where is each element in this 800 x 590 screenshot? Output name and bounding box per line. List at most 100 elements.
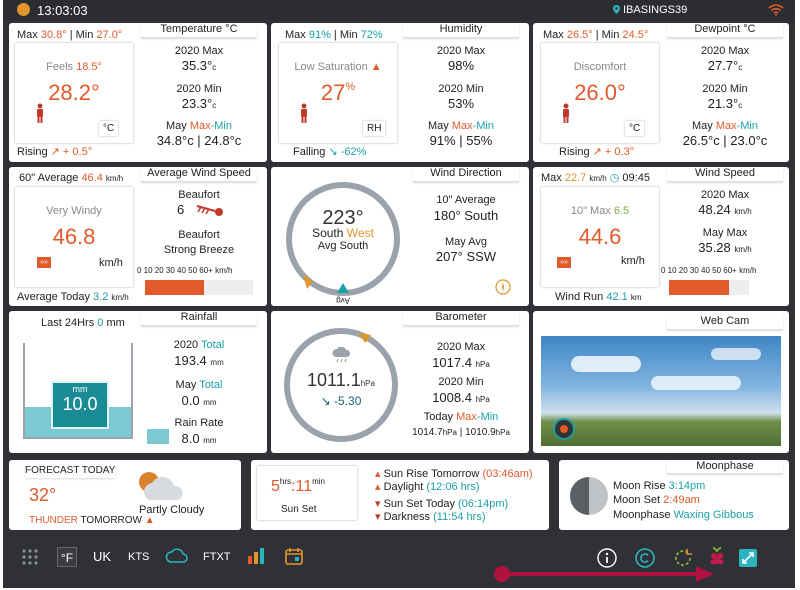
uk-units-button[interactable]: UK [93,549,111,564]
daylight-label: Daylight [383,481,424,493]
wifi-icon[interactable] [768,3,784,16]
wind-level-icon: »» [37,257,51,268]
wind-dir-a: South [312,226,344,240]
sunrise-time: (03:46am) [482,468,533,480]
clock: 13:03:03 [37,3,88,18]
humidity-gauge: Low Saturation ▲ 27% RH [279,43,397,143]
sun-countdown: 5hrs:11min Sun Set [257,466,357,520]
panel-title: Average Wind Speed [141,167,257,182]
daylight-icon: ▴ [375,481,381,493]
today-max-label: Max [456,411,477,423]
moon-panel: Moonphase Moon Rise 3:14pm Moon Set 2:49… [559,460,789,530]
month-max-label: Max [715,120,737,132]
rain-gauge: mm 10.0 [23,343,133,439]
year-total: 193.4 [174,353,207,368]
wind-scale-unit: km/h [739,266,757,275]
ten-max-label: 10" Max [570,205,611,217]
wind-speed-panel: Max 22.7 km/h ◷ 09:45 10" Max 6.5 44.6 »… [533,167,789,306]
month-max: 35.28 [698,240,731,255]
fahrenheit-button[interactable]: °F [57,547,77,567]
avg-wind-panel: 60" Average 46.4 km/h Very Windy 46.8 »»… [9,167,267,306]
year-min-label: 2020 Min [438,376,484,388]
sun-hrs-unit: hrs [279,477,292,486]
today-min: 1010.9 [465,427,496,438]
dewpoint-panel: Max 26.5° | Min 24.5° Discomfort 26.0° °… [533,23,789,162]
month-min-label: -Min [472,120,494,132]
panel-title: Wind Speed [667,167,783,182]
chart-icon[interactable] [247,547,265,565]
sun-hrs: 5 [271,478,280,495]
forecast-warn: THUNDER [29,515,78,526]
sunrise-label: Sun Rise Tomorrow [383,468,480,480]
panel-title: Humidity [403,23,519,38]
cloud-shape [651,376,741,390]
today-min-unit: hPa [495,428,510,437]
month-avg-deg: 207° [435,249,463,264]
temp-unit: °C [99,121,118,136]
hum-min: 72% [360,29,383,41]
year-min: 21.3° [707,96,739,111]
beaufort-label-2: Beaufort [178,229,220,241]
webcam-image[interactable] [541,336,781,446]
year-min-unit: c [738,101,743,110]
last24-unit: mm [106,317,125,329]
avg-value: 46.4 [81,172,103,184]
max-label: Max [285,29,306,41]
forecast-panel: FORECAST TODAY 32° Partly Cloudy THUNDER… [9,460,241,530]
hum-unit: % [345,81,356,93]
trend-down-icon: ↘ [328,146,338,158]
wind-scale-fill [669,280,729,295]
clock-icon: ◷ [609,172,620,184]
year-max: 35.3° [181,58,213,73]
temp-value: 28.2° [48,80,100,105]
temp-max: 30.8° [40,29,67,41]
app-frame: 13:03:03 IBASINGS39 Max 30.8° | Min 27.0… [3,0,795,588]
cloud-icon[interactable] [165,548,189,564]
month-total: 0.0 [181,393,200,408]
today-label: Today [423,411,454,423]
year-max-unit: c [212,63,217,72]
rain-readout: mm 10.0 [51,381,109,429]
year-max: 48.24 [698,202,731,217]
top-bar: 13:03:03 IBASINGS39 [3,0,795,20]
pressure-trend: -5.30 [334,394,362,408]
fullscreen-icon[interactable] [739,549,757,567]
panel-title: Rainfall [141,311,257,326]
cloud-shape [571,356,641,372]
sunrise-icon: ▴ [375,468,381,480]
windsock-icon [196,205,223,216]
beaufort-description: Strong Breeze [163,244,235,256]
sun-min-unit: min [312,477,325,486]
today-max: 1014.7 [412,427,443,438]
pressure-value: 1011.1 [307,370,361,390]
moon-phase-icon [570,477,608,515]
barometer-panel: 1011.1hPa ↘ -5.30 Barometer 2020 Max 101… [271,311,529,453]
compass-icon[interactable] [495,279,511,295]
month-avg-dir: SSW [466,249,497,264]
temp-min: 27.0° [96,29,123,41]
last24-label: Last 24Hrs [41,317,95,329]
year-max-label: 2020 Max [436,45,486,57]
logo-icon [17,3,30,16]
calendar-icon[interactable] [285,547,303,565]
camera-icon[interactable] [553,418,575,440]
menu-grid-icon[interactable] [21,548,39,566]
cloud-shape [711,348,761,360]
wind-scale: 0 10 20 30 40 50 60+ [661,266,737,275]
today-label: Average Today [17,291,90,303]
year-min-label: 2020 Min [702,83,748,95]
forecast-text-button[interactable]: FTXT [203,551,231,563]
month-label: May [427,120,449,132]
humidity-panel: Max 91% | Min 72% Low Saturation ▲ 27% R… [271,23,529,162]
wind-avg-label: Avg South [317,240,369,252]
wind-status: Very Windy [46,205,102,217]
year-max: 1017.4 [432,355,472,370]
trend-down-icon: ↘ [320,394,331,408]
min-label: Min [339,29,358,41]
wind-scale: 0 10 20 30 40 50 60+ [137,266,213,275]
year-min-label: 2020 Min [176,83,222,95]
knots-button[interactable]: KTS [128,551,149,563]
warning-icon: ▲ [144,515,155,526]
avg-wind-unit: km/h [99,257,123,269]
year-max-unit: hPa [475,360,490,369]
